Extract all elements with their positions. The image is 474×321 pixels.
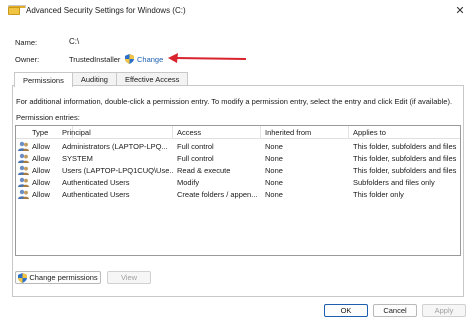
ok-button[interactable]: OK xyxy=(324,304,368,317)
column-header-access[interactable]: Access xyxy=(173,126,261,139)
info-text: For additional information, double-click… xyxy=(16,97,453,106)
cell-principal: Authenticated Users xyxy=(62,177,130,187)
change-link-label: Change xyxy=(137,54,164,64)
cell-inherited: None xyxy=(265,177,283,187)
cell-applies: This folder only xyxy=(353,189,404,199)
view-button[interactable]: View xyxy=(107,271,151,284)
cell-access: Full control xyxy=(177,153,214,163)
name-value: C:\ xyxy=(69,37,80,46)
cell-type: Allow xyxy=(32,177,50,187)
apply-button[interactable]: Apply xyxy=(422,304,466,317)
cell-type: Allow xyxy=(32,189,50,199)
change-owner-link[interactable]: Change xyxy=(125,54,163,64)
table-row[interactable]: Allow SYSTEM Full control None This folder, … xyxy=(16,152,460,164)
folder-icon xyxy=(8,5,26,15)
column-header-inherited-from[interactable]: Inherited from xyxy=(261,126,349,139)
cell-type: Allow xyxy=(32,153,50,163)
tab-permissions[interactable]: Permissions xyxy=(14,72,73,87)
close-icon[interactable]: ✕ xyxy=(452,2,468,18)
uac-shield-icon xyxy=(18,272,28,283)
owner-value: TrustedInstaller xyxy=(69,55,121,64)
cell-principal: Administrators (LAPTOP-LPQ... xyxy=(62,141,168,151)
tab-strip: Permissions Auditing Effective Access xyxy=(14,72,189,87)
title-bar: Advanced Security Settings for Windows (… xyxy=(0,0,474,21)
owner-label: Owner: xyxy=(15,55,40,64)
cancel-button[interactable]: Cancel xyxy=(373,304,417,317)
cell-type: Allow xyxy=(32,165,50,175)
cell-applies: This folder, subfolders and files xyxy=(353,153,457,163)
cell-principal: Users (LAPTOP-LPQ1CUQ\Use... xyxy=(62,165,173,175)
cell-inherited: None xyxy=(265,189,283,199)
column-header-principal[interactable]: Principal xyxy=(58,126,173,139)
cell-type: Allow xyxy=(32,141,50,151)
column-header-applies-to[interactable]: Applies to xyxy=(349,126,460,139)
window-title: Advanced Security Settings for Windows (… xyxy=(26,6,186,15)
tab-effective-access[interactable]: Effective Access xyxy=(115,72,189,86)
cell-applies: This folder, subfolders and files xyxy=(353,165,457,175)
cell-applies: This folder, subfolders and files xyxy=(353,141,457,151)
cell-access: Create folders / appen... xyxy=(177,189,258,199)
cell-principal: Authenticated Users xyxy=(62,189,130,199)
cell-access: Read & execute xyxy=(177,165,231,175)
cell-access: Modify xyxy=(177,177,200,187)
table-row[interactable]: Allow Authenticated Users Modify None Subfol… xyxy=(16,176,460,188)
cell-inherited: None xyxy=(265,165,283,175)
table-row[interactable]: Allow Authenticated Users Create folders /… xyxy=(16,188,460,200)
permission-entries-label: Permission entries: xyxy=(16,113,80,122)
table-row[interactable]: Allow Administrators (LAPTOP-LPQ... Full c… xyxy=(16,140,460,152)
cell-inherited: None xyxy=(265,153,283,163)
uac-shield-icon xyxy=(125,54,134,64)
table-row[interactable]: Allow Users (LAPTOP-LPQ1CUQ\Use... Read & … xyxy=(16,164,460,176)
permission-entries-table[interactable]: Type Principal Access Inherited from App… xyxy=(15,125,461,256)
cell-inherited: None xyxy=(265,141,283,151)
annotation-arrow xyxy=(168,51,248,65)
table-header: Type Principal Access Inherited from App… xyxy=(16,126,460,139)
cell-applies: Subfolders and files only xyxy=(353,177,435,187)
cell-access: Full control xyxy=(177,141,214,151)
change-permissions-label: Change permissions xyxy=(29,273,98,282)
cell-principal: SYSTEM xyxy=(62,153,93,163)
name-label: Name: xyxy=(15,38,38,47)
tab-auditing[interactable]: Auditing xyxy=(71,72,117,86)
change-permissions-button[interactable]: Change permissions xyxy=(15,271,101,284)
